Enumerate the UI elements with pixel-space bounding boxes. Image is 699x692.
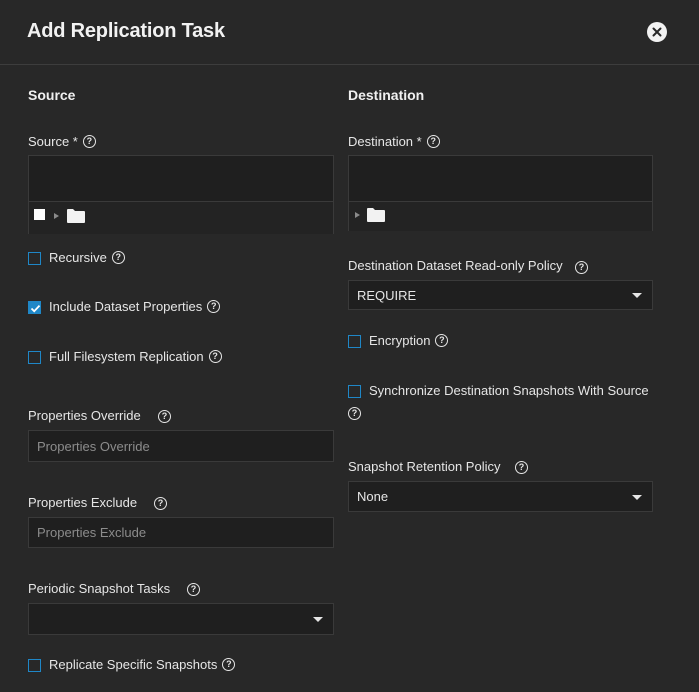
help-icon[interactable]: ? [82, 135, 96, 149]
destination-section-title: Destination [348, 87, 425, 103]
source-path-input[interactable] [29, 156, 333, 202]
expand-arrow-icon[interactable] [355, 212, 360, 218]
replicate-specific-snapshots-checkbox[interactable] [28, 659, 41, 672]
destination-tree [348, 155, 653, 231]
full-filesystem-replication-label-text: Full Filesystem Replication [49, 349, 204, 364]
properties-exclude-label: Properties Exclude [28, 495, 138, 510]
help-icon[interactable]: ? [515, 461, 528, 474]
help-icon[interactable]: ? [348, 407, 361, 420]
dialog-title: Add Replication Task [27, 20, 225, 42]
help-icon[interactable]: ? [575, 261, 588, 274]
periodic-snapshot-tasks-select[interactable] [28, 603, 334, 635]
help-icon[interactable]: ? [154, 497, 167, 510]
help-icon[interactable]: ? [111, 251, 125, 265]
properties-exclude-input[interactable]: Properties Exclude [28, 517, 334, 548]
full-filesystem-replication-label: Full Filesystem Replication? [49, 349, 222, 364]
source-section-title: Source [28, 87, 76, 103]
include-dataset-properties-checkbox[interactable] [28, 301, 41, 314]
readonly-policy-value: REQUIRE [357, 287, 417, 303]
destination-path-input[interactable] [349, 156, 652, 202]
source-label-text: Source * [28, 134, 78, 149]
include-dataset-properties-label-text: Include Dataset Properties [49, 299, 203, 314]
destination-tree-row[interactable] [349, 202, 652, 231]
help-icon[interactable]: ? [435, 334, 449, 348]
help-icon[interactable]: ? [222, 658, 236, 672]
tree-node-checkbox[interactable] [34, 209, 45, 220]
close-icon [652, 27, 662, 37]
encryption-label: Encryption? [369, 333, 449, 348]
snapshot-retention-policy-label: Snapshot Retention Policy [348, 459, 501, 474]
source-label: Source *? [28, 134, 96, 149]
source-tree [28, 155, 334, 234]
destination-label: Destination *? [348, 134, 440, 149]
help-icon[interactable]: ? [187, 583, 200, 596]
chevron-down-icon [632, 293, 642, 298]
encryption-label-text: Encryption [369, 333, 431, 348]
properties-override-placeholder: Properties Override [37, 438, 150, 454]
help-icon[interactable]: ? [158, 410, 171, 423]
sync-snapshots-label: Synchronize Destination Snapshots With S… [369, 383, 649, 398]
source-tree-row[interactable] [29, 202, 333, 234]
dialog-header: Add Replication Task [0, 0, 699, 65]
recursive-label: Recursive? [49, 250, 125, 265]
destination-label-text: Destination * [348, 134, 422, 149]
replicate-specific-snapshots-label-text: Replicate Specific Snapshots [49, 657, 218, 672]
full-filesystem-replication-checkbox[interactable] [28, 351, 41, 364]
recursive-checkbox[interactable] [28, 252, 41, 265]
chevron-down-icon [632, 494, 642, 500]
properties-exclude-placeholder: Properties Exclude [37, 525, 147, 540]
chevron-down-icon [313, 617, 323, 622]
snapshot-retention-policy-value: None [357, 489, 389, 504]
properties-override-input[interactable]: Properties Override [28, 430, 334, 462]
encryption-checkbox[interactable] [348, 335, 361, 348]
sync-snapshots-checkbox[interactable] [348, 385, 361, 398]
help-icon[interactable]: ? [207, 300, 221, 314]
periodic-snapshot-tasks-label: Periodic Snapshot Tasks [28, 581, 171, 596]
check-icon [30, 304, 41, 313]
readonly-policy-label: Destination Dataset Read-only Policy [348, 258, 563, 273]
folder-icon [367, 208, 385, 222]
add-replication-task-dialog: Add Replication Task Source Source *? Re… [0, 0, 699, 692]
expand-arrow-icon[interactable] [54, 213, 59, 219]
properties-override-label: Properties Override [28, 408, 141, 423]
replicate-specific-snapshots-label: Replicate Specific Snapshots? [49, 657, 236, 672]
help-icon[interactable]: ? [208, 350, 222, 364]
help-icon[interactable]: ? [426, 135, 440, 149]
folder-icon [67, 209, 85, 223]
recursive-label-text: Recursive [49, 250, 107, 265]
readonly-policy-select[interactable]: REQUIRE [348, 280, 653, 310]
close-button[interactable] [647, 22, 667, 42]
include-dataset-properties-label: Include Dataset Properties? [49, 299, 221, 314]
snapshot-retention-policy-select[interactable]: None [348, 481, 653, 512]
